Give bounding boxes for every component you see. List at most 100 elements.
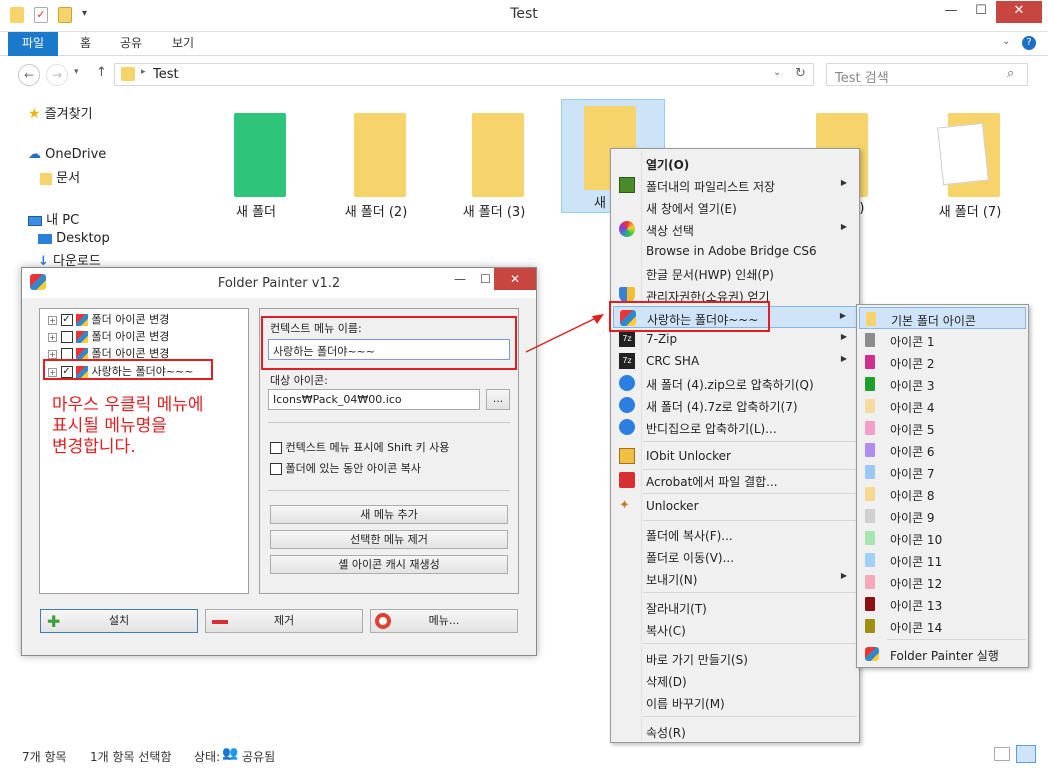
menu-item-cut[interactable]: 잘라내기(T) [613, 596, 857, 618]
menu-item-copy-to-folder[interactable]: 폴더에 복사(F)... [613, 523, 857, 545]
submenu-item-run-folder-painter[interactable]: Folder Painter 실행 [859, 643, 1026, 665]
dialog-close-button[interactable]: ✕ [494, 268, 536, 290]
submenu-item-icon-6[interactable]: 아이콘 6 [859, 439, 1026, 461]
search-input[interactable]: Test 검색 ⌕ [826, 63, 1028, 86]
close-button[interactable]: ✕ [996, 1, 1042, 23]
folder-item[interactable]: 새 폴더 [206, 105, 306, 225]
submenu-item-icon-12[interactable]: 아이콘 12 [859, 571, 1026, 593]
add-menu-button[interactable]: 새 메뉴 추가 [270, 505, 508, 524]
minimize-button[interactable]: — [936, 1, 966, 23]
tab-home[interactable]: 홈 [66, 32, 105, 56]
remove-menu-button[interactable]: 선택한 메뉴 제거 [270, 530, 508, 549]
search-icon[interactable]: ⌕ [1007, 66, 1014, 81]
menu-item-rename[interactable]: 이름 바꾸기(M) [613, 691, 857, 713]
shift-checkbox[interactable] [270, 442, 282, 454]
menu-item-compress-7z[interactable]: 새 폴더 (4).7z로 압축하기(7) [613, 394, 857, 416]
tree-item-selected[interactable]: + ✓ 사랑하는 폴더야~~~ [43, 359, 213, 380]
sidebar-item-onedrive[interactable]: ☁ OneDrive [28, 147, 106, 162]
menu-item-crc-sha[interactable]: 7z CRC SHA ▶ [613, 350, 857, 372]
context-menu: 열기(O) 폴더내의 파일리스트 저장 ▶ 새 창에서 열기(E) 색상 선택 ▶ … [610, 148, 860, 743]
address-bar[interactable]: ▸ Test ⌄ ↻ [114, 63, 814, 86]
tree-checkbox[interactable] [60, 331, 73, 343]
uninstall-button[interactable]: 제거 [205, 609, 363, 633]
menu-item-send-to[interactable]: 보내기(N) ▶ [613, 567, 857, 589]
maximize-button[interactable]: ☐ [966, 1, 996, 23]
folder-icon [865, 553, 875, 567]
menu-item-unlocker[interactable]: ✦ Unlocker [613, 495, 857, 517]
large-icons-view-icon[interactable] [1016, 745, 1036, 763]
sidebar-item-documents[interactable]: 문서 [40, 167, 80, 186]
tree-item[interactable]: + ✓ 폴더 아이콘 변경 [48, 311, 169, 328]
expand-icon[interactable]: + [48, 332, 57, 342]
menu-name-input[interactable]: 사랑하는 폴더야~~~ [268, 339, 510, 360]
address-dropdown-icon[interactable]: ⌄ [773, 67, 781, 78]
menu-item-acrobat-combine[interactable]: Acrobat에서 파일 결합... [613, 469, 857, 491]
menu-tree[interactable]: + ✓ 폴더 아이콘 변경 + 폴더 아이콘 변경 + 폴더 아이콘 변경 + … [39, 308, 249, 594]
menu-item-save-filelist[interactable]: 폴더내의 파일리스트 저장 ▶ [613, 174, 857, 196]
shift-option[interactable]: 컨텍스트 메뉴 표시에 Shift 키 사용 [270, 439, 449, 455]
menu-item-adobe-bridge[interactable]: Browse in Adobe Bridge CS6 [613, 240, 857, 262]
folder-item[interactable]: 새 폴더 (2) [326, 105, 426, 225]
sidebar-item-favorites[interactable]: ★ 즐겨찾기 [28, 103, 93, 122]
menu-item-bandizip[interactable]: 반디집으로 압축하기(L)... [613, 416, 857, 438]
submenu-item-icon-7[interactable]: 아이콘 7 [859, 461, 1026, 483]
submenu-item-icon-9[interactable]: 아이콘 9 [859, 505, 1026, 527]
submenu-item-default-icon[interactable]: 기본 폴더 아이콘 [859, 307, 1026, 329]
menu-item-hwp-print[interactable]: 한글 문서(HWP) 인쇄(P) [613, 262, 857, 284]
icon-label: 대상 아이콘: [270, 374, 328, 387]
menu-button[interactable]: 메뉴... [370, 609, 518, 633]
menu-item-color-select[interactable]: 색상 선택 ▶ [613, 218, 857, 240]
expand-ribbon-icon[interactable]: ⌄ [1002, 36, 1010, 47]
submenu-item-icon-2[interactable]: 아이콘 2 [859, 351, 1026, 373]
copy-icon-option[interactable]: 폴더에 있는 동안 아이콘 복사 [270, 460, 421, 476]
tree-item[interactable]: + 폴더 아이콘 변경 [48, 328, 169, 345]
up-button[interactable]: ↑ [96, 65, 107, 80]
submenu-item-icon-4[interactable]: 아이콘 4 [859, 395, 1026, 417]
tree-checkbox[interactable]: ✓ [60, 314, 73, 326]
recent-locations-icon[interactable]: ▾ [74, 67, 79, 77]
submenu-item-icon-13[interactable]: 아이콘 13 [859, 593, 1026, 615]
folder-item[interactable]: 새 폴더 (7) [920, 105, 1020, 225]
sidebar-item-thispc[interactable]: 내 PC [28, 209, 79, 228]
submenu-item-icon-3[interactable]: 아이콘 3 [859, 373, 1026, 395]
submenu-item-icon-11[interactable]: 아이콘 11 [859, 549, 1026, 571]
icon-path-input[interactable]: Icons₩Pack_04₩00.ico [268, 389, 480, 410]
menu-item-iobit-unlocker[interactable]: IObit Unlocker [613, 445, 857, 467]
submenu-item-icon-8[interactable]: 아이콘 8 [859, 483, 1026, 505]
dialog-maximize-button[interactable]: ☐ [480, 272, 491, 286]
back-button[interactable]: ← [18, 64, 40, 86]
sidebar-item-desktop[interactable]: Desktop [38, 231, 110, 246]
help-icon[interactable]: ? [1022, 36, 1036, 50]
menu-item-delete[interactable]: 삭제(D) [613, 669, 857, 691]
install-button[interactable]: ✚ 설치 [40, 609, 198, 633]
expand-icon[interactable]: + [48, 349, 57, 359]
expand-icon[interactable]: + [48, 315, 57, 325]
submenu-item-icon-1[interactable]: 아이콘 1 [859, 329, 1026, 351]
browse-button[interactable]: ... [486, 389, 510, 410]
breadcrumb-separator-icon: ▸ [141, 67, 146, 77]
bandizip-icon [619, 397, 635, 413]
rebuild-icon-cache-button[interactable]: 셸 아이콘 캐시 재생성 [270, 555, 508, 574]
copy-icon-checkbox[interactable] [270, 463, 282, 475]
tab-share[interactable]: 공유 [106, 32, 156, 56]
menu-item-compress-zip[interactable]: 새 폴더 (4).zip으로 압축하기(Q) [613, 372, 857, 394]
menu-item-open-new-window[interactable]: 새 창에서 열기(E) [613, 196, 857, 218]
tab-view[interactable]: 보기 [158, 32, 208, 56]
menu-item-open[interactable]: 열기(O) [613, 152, 857, 174]
tree-checkbox[interactable]: ✓ [60, 366, 73, 378]
menu-item-move-to-folder[interactable]: 폴더로 이동(V)... [613, 545, 857, 567]
breadcrumb[interactable]: Test [153, 67, 179, 82]
expand-icon[interactable]: + [48, 367, 57, 377]
refresh-icon[interactable]: ↻ [795, 66, 806, 81]
details-view-icon[interactable] [994, 747, 1010, 761]
forward-button[interactable]: → [46, 64, 68, 86]
submenu-item-icon-14[interactable]: 아이콘 14 [859, 615, 1026, 637]
submenu-item-icon-10[interactable]: 아이콘 10 [859, 527, 1026, 549]
menu-item-properties[interactable]: 속성(R) [613, 720, 857, 742]
menu-item-create-shortcut[interactable]: 바로 가기 만들기(S) [613, 647, 857, 669]
folder-item[interactable]: 새 폴더 (3) [444, 105, 544, 225]
submenu-item-icon-5[interactable]: 아이콘 5 [859, 417, 1026, 439]
dialog-minimize-button[interactable]: — [454, 272, 466, 286]
menu-item-copy[interactable]: 복사(C) [613, 618, 857, 640]
tab-file[interactable]: 파일 [8, 32, 59, 56]
